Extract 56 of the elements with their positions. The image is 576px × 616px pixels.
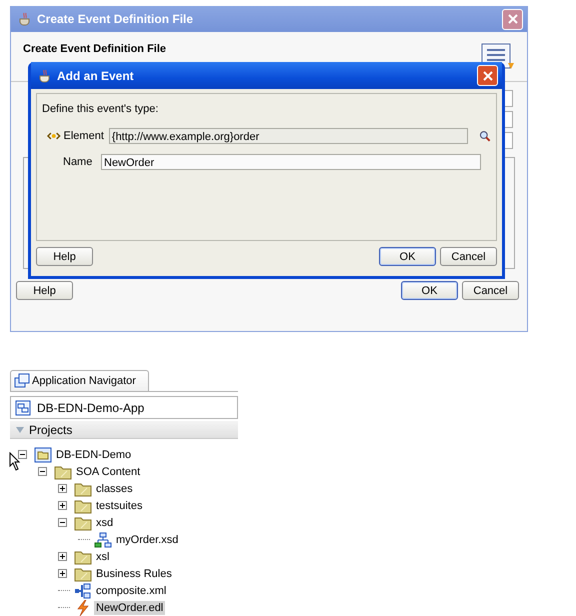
application-icon <box>15 400 31 416</box>
expand-icon[interactable] <box>58 552 67 561</box>
navigator-tab[interactable]: Application Navigator <box>10 370 149 391</box>
mouse-pointer-icon <box>9 452 21 472</box>
expand-icon[interactable] <box>58 569 67 578</box>
folder-icon <box>74 566 92 582</box>
section-title: Projects <box>29 422 72 436</box>
tree-item[interactable]: Business Rules <box>94 566 174 580</box>
close-icon <box>508 14 518 24</box>
tree-item[interactable]: DB-EDN-Demo <box>54 448 134 462</box>
cancel-button[interactable]: Cancel <box>440 247 497 266</box>
search-icon[interactable] <box>479 130 491 142</box>
application-selector[interactable]: DB-EDN-Demo-App <box>10 396 238 419</box>
folder-icon <box>74 498 92 514</box>
folder-icon <box>54 464 72 480</box>
dialog-heading: Create Event Definition File <box>23 43 166 55</box>
tree-item[interactable]: xsd <box>94 516 116 530</box>
cancel-button[interactable]: Cancel <box>462 281 519 300</box>
field-label: Name <box>63 156 94 168</box>
tree-item[interactable]: NewOrder.edl <box>94 600 166 614</box>
tree-item[interactable]: myOrder.xsd <box>114 532 180 546</box>
windows-icon <box>14 373 30 389</box>
expand-icon[interactable] <box>58 484 67 493</box>
element-icon <box>47 132 61 140</box>
tree-item[interactable]: SOA Content <box>74 464 142 478</box>
collapse-icon[interactable] <box>38 467 47 476</box>
tab-label: Application Navigator <box>32 375 136 387</box>
folder-icon <box>74 548 92 564</box>
element-field[interactable]: {http://www.example.org}order <box>108 128 468 144</box>
tree-item[interactable]: composite.xml <box>94 584 168 598</box>
expand-icon[interactable] <box>58 501 67 510</box>
window-title: Add an Event <box>57 68 135 82</box>
projects-header[interactable]: Projects <box>10 421 238 439</box>
tree-item[interactable]: xsl <box>94 550 112 564</box>
tree-item[interactable]: testsuites <box>94 498 144 512</box>
close-button[interactable] <box>502 8 523 30</box>
help-button[interactable]: Help <box>36 247 93 266</box>
application-name: DB-EDN-Demo-App <box>37 400 144 414</box>
folder-icon <box>74 480 92 496</box>
collapse-icon[interactable] <box>18 450 27 459</box>
ok-button[interactable]: OK <box>379 247 436 266</box>
prompt-text: Define this event's type: <box>42 103 160 117</box>
ok-button[interactable]: OK <box>401 281 458 300</box>
folder-icon <box>74 514 92 530</box>
window-title: Create Event Definition File <box>37 12 194 26</box>
tree-item[interactable]: classes <box>94 482 135 496</box>
field-label: Element <box>64 130 104 142</box>
help-button[interactable]: Help <box>16 281 73 300</box>
close-button[interactable] <box>477 65 498 86</box>
composite-icon <box>74 582 92 598</box>
close-icon <box>482 70 492 80</box>
hierarchy-icon <box>94 532 112 548</box>
collapse-triangle-icon <box>16 426 24 432</box>
name-field[interactable]: NewOrder <box>101 154 481 170</box>
collapse-icon[interactable] <box>58 518 67 527</box>
project-icon <box>34 446 52 462</box>
